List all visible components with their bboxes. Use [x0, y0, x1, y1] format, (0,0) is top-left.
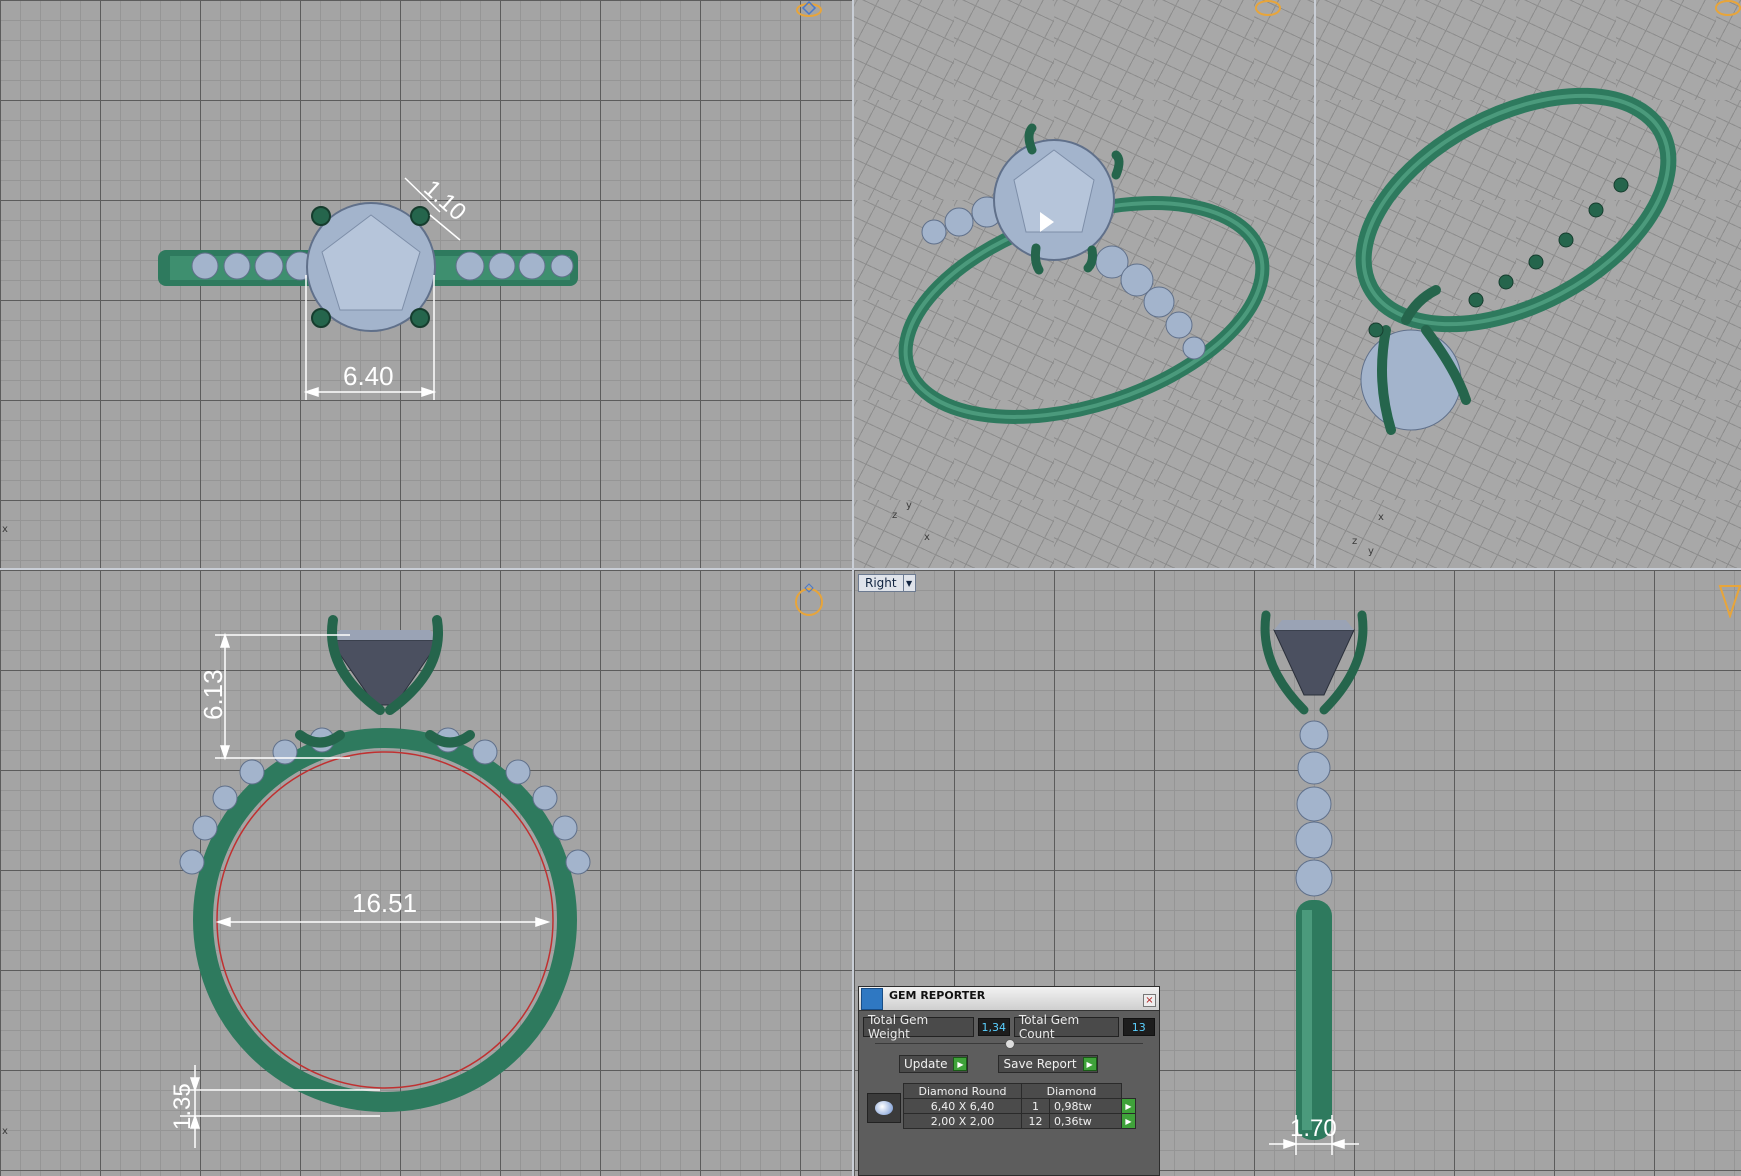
axis-label-x: x	[924, 532, 930, 543]
dim-front-shank: 1.35	[169, 1083, 196, 1130]
play-arrow-icon[interactable]: ▶	[1121, 1098, 1136, 1114]
dim-front-inner-diameter: 16.51	[352, 888, 417, 918]
splitter-knob[interactable]	[1005, 1039, 1015, 1049]
ring-gnomon-icon[interactable]	[1714, 0, 1741, 24]
close-icon[interactable]: ×	[1143, 994, 1156, 1007]
gem-reporter-logo-icon	[861, 987, 883, 1010]
axis-label-x: x	[1378, 512, 1384, 523]
gem-reporter-titlebar[interactable]: GEM REPORTER ×	[859, 987, 1159, 1011]
dim-front-height: 6.13	[198, 669, 228, 720]
front-view-model: 6.13 16.51 1.35	[169, 615, 591, 1148]
axis-label-z: z	[1352, 536, 1358, 547]
axis-label-x: x	[2, 524, 8, 535]
total-gem-weight-label: Total Gem Weight	[863, 1013, 974, 1041]
viewport-top[interactable]: 6.40 1.10 x	[0, 0, 852, 568]
column-header-material: Diamond	[1021, 1083, 1122, 1099]
axis-label-y: y	[906, 500, 912, 511]
table-header-row: Diamond Round Diamond	[903, 1083, 1136, 1099]
table-row[interactable]: 2,00 X 2,00 12 0,36tw ▶	[903, 1113, 1136, 1129]
total-gem-count-label: Total Gem Count	[1013, 1013, 1119, 1041]
panel-splitter[interactable]	[875, 1039, 1143, 1053]
top-view-model: 6.40 1.10	[158, 175, 578, 400]
cad-workspace: 6.40 1.10 x z y x x z y 6.13 16.51 1.35 …	[0, 0, 1741, 1176]
column-header-shape: Diamond Round	[903, 1083, 1022, 1099]
update-button[interactable]: Update ▶	[899, 1055, 969, 1073]
dim-top-width: 6.40	[343, 361, 394, 391]
viewport-perspective-left[interactable]: z y x	[854, 0, 1314, 568]
axis-label-x: x	[2, 1126, 8, 1137]
viewport-front[interactable]: 6.13 16.51 1.35 x	[0, 570, 852, 1176]
ring-gnomon-icon[interactable]	[795, 582, 823, 618]
gem-reporter-panel[interactable]: GEM REPORTER × Total Gem Weight 1,34 Tot…	[858, 986, 1160, 1176]
perspective-right-model	[1355, 87, 1677, 435]
gem-thumbnail-icon	[867, 1093, 901, 1123]
axis-label-y: y	[1368, 546, 1374, 557]
dim-right-shank-width: 1.70	[1290, 1115, 1337, 1142]
save-report-button[interactable]: Save Report ▶	[998, 1055, 1098, 1073]
ring-gnomon-icon[interactable]	[1254, 0, 1282, 24]
table-row[interactable]: 6,40 X 6,40 1 0,98tw ▶	[903, 1098, 1136, 1114]
total-gem-weight-value: 1,34	[977, 1018, 1010, 1036]
total-gem-count-value: 13	[1122, 1018, 1155, 1036]
ring-gnomon-icon[interactable]	[1716, 582, 1741, 618]
ring-gnomon-icon[interactable]	[795, 0, 823, 24]
axis-label-z: z	[892, 510, 898, 521]
play-arrow-icon: ▶	[953, 1057, 968, 1071]
play-arrow-icon[interactable]: ▶	[1121, 1113, 1136, 1129]
play-arrow-icon: ▶	[1082, 1057, 1097, 1071]
perspective-left-model	[898, 123, 1270, 424]
gem-reporter-title: GEM REPORTER	[889, 989, 986, 1002]
viewport-perspective-right[interactable]: x z y	[1316, 0, 1741, 568]
